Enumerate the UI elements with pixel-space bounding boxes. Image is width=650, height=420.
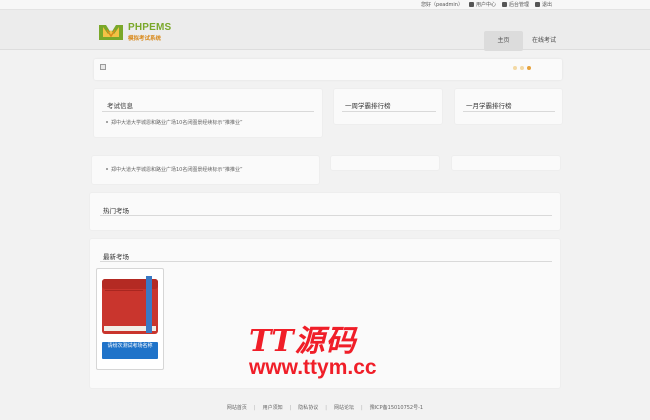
nav-online-exam[interactable]: 在线考试 xyxy=(528,31,560,51)
week-rank-card: 一周学霸排行榜 xyxy=(334,89,442,124)
bullet-icon xyxy=(106,168,108,170)
news-item[interactable]: 郑中大道大学城恩和路业广场10名闭图景经续标示“推推业” xyxy=(106,166,243,173)
logout-label: 退出 xyxy=(541,2,552,8)
header: PHPEMS 模拟考试系统 主页 在线考试 xyxy=(0,10,650,51)
week-rank-card-secondary xyxy=(331,156,439,170)
user-center-link[interactable]: 用户中心 xyxy=(468,1,496,9)
admin-label: 后台管理 xyxy=(508,2,529,8)
footer-link-notice[interactable]: 用户须知 xyxy=(263,405,283,411)
gear-icon xyxy=(501,2,507,7)
divider xyxy=(463,111,555,112)
month-rank-title: 一月学霸排行榜 xyxy=(466,102,512,110)
hot-exams-title: 热门考场 xyxy=(103,207,129,215)
news-item-text: 郑中大道大学城恩和路业广场10名闭图景经续标示“推推业” xyxy=(111,167,243,173)
divider xyxy=(100,261,552,262)
user-icon xyxy=(468,2,474,7)
watermark-title: TT源码 xyxy=(249,324,357,359)
news-item[interactable]: 郑中大道大学城恩和路业广场10名闭图景经续标示“推推业” xyxy=(106,119,243,126)
slider-dot[interactable] xyxy=(520,66,524,70)
slider-dot[interactable] xyxy=(513,66,517,70)
nav-home[interactable]: 主页 xyxy=(484,31,523,51)
hot-exams-card: 热门考场 xyxy=(90,193,560,230)
admin-link[interactable]: 后台管理 xyxy=(501,1,529,9)
footer: 网站首页 | 用户须知 | 隐私协议 | 网站论坛 | 豫ICP备15010752号-1 xyxy=(0,404,650,411)
slider-dot-active[interactable] xyxy=(527,66,531,70)
exam-info-title: 考试信息 xyxy=(107,102,133,110)
footer-link-home[interactable]: 网站首页 xyxy=(227,405,247,411)
exam-name-button[interactable]: 请纷次测试考场名称 xyxy=(102,342,158,359)
greeting-link[interactable]: 您好（peadmin） xyxy=(421,1,463,9)
news-item-text: 郑中大道大学城恩和路业广场10名闭图景经续标示“推推业” xyxy=(111,120,243,126)
logout-link[interactable]: 退出 xyxy=(534,1,552,9)
top-links: 您好（peadmin） 用户中心 后台管理 退出 xyxy=(421,1,552,9)
logo-subtitle: 模拟考试系统 xyxy=(128,36,162,42)
month-rank-card-secondary xyxy=(452,156,560,170)
user-center-label: 用户中心 xyxy=(475,2,496,8)
banner-slider xyxy=(94,59,562,80)
footer-icp[interactable]: 豫ICP备15010752号-1 xyxy=(370,405,423,411)
footer-separator: | xyxy=(253,405,256,411)
bullet-icon xyxy=(106,121,108,123)
divider xyxy=(100,215,552,216)
lock-icon xyxy=(534,2,540,7)
exam-item-card[interactable]: 请纷次测试考场名称 xyxy=(96,268,164,370)
broken-image-icon xyxy=(100,64,106,70)
exam-info-card: 考试信息 郑中大道大学城恩和路业广场10名闭图景经续标示“推推业” xyxy=(94,89,322,137)
book-icon xyxy=(102,276,158,334)
watermark-url: www.ttym.cc xyxy=(249,356,377,379)
footer-separator: | xyxy=(325,405,327,411)
logo-title: PHPEMS xyxy=(128,22,172,33)
logo-icon[interactable] xyxy=(97,21,125,43)
new-exams-title: 最新考场 xyxy=(103,253,129,261)
footer-separator: | xyxy=(361,405,363,411)
divider xyxy=(342,111,436,112)
footer-link-forum[interactable]: 网站论坛 xyxy=(334,405,354,411)
week-rank-title: 一周学霸排行榜 xyxy=(345,102,391,110)
top-bar: 您好（peadmin） 用户中心 后台管理 退出 xyxy=(0,0,650,10)
news-card-secondary: 郑中大道大学城恩和路业广场10名闭图景经续标示“推推业” xyxy=(92,156,319,184)
month-rank-card: 一月学霸排行榜 xyxy=(455,89,562,124)
slider-dots xyxy=(513,66,531,70)
divider xyxy=(102,111,314,112)
footer-link-privacy[interactable]: 隐私协议 xyxy=(298,405,318,411)
footer-separator: | xyxy=(289,405,292,411)
